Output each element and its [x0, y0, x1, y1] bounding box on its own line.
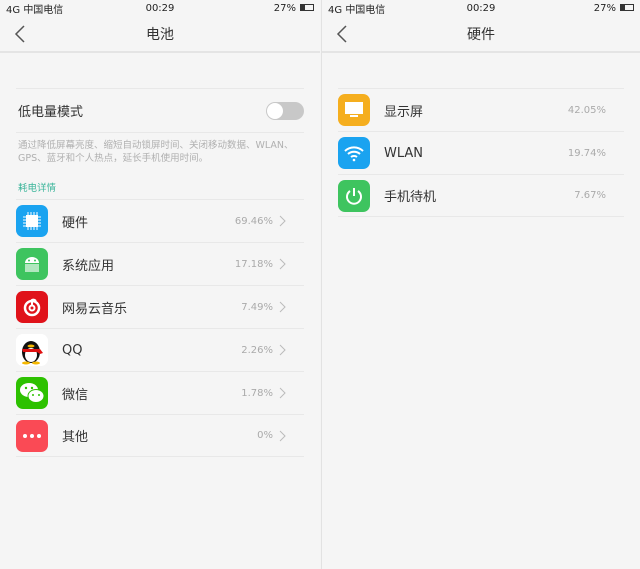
- list-item[interactable]: 系统应用 17.18%: [16, 242, 304, 285]
- chevron-right-icon: [279, 387, 286, 399]
- back-icon[interactable]: [336, 25, 348, 43]
- item-name: QQ: [62, 342, 83, 358]
- item-name: 系统应用: [62, 258, 115, 274]
- page-title: 电池: [146, 26, 174, 43]
- low-power-label: 低电量模式: [18, 105, 84, 120]
- item-percent: 17.18%: [234, 258, 273, 270]
- list-item[interactable]: QQ 2.26%: [16, 328, 304, 371]
- item-name: 微信: [62, 387, 89, 403]
- battery-icon: [300, 4, 314, 11]
- hardware-screen: 4G 中国电信 00:29 27% 硬件 显示屏 42.05% WLAN 19.…: [321, 0, 640, 569]
- list-item[interactable]: 硬件 69.46%: [16, 199, 304, 242]
- low-power-description: 通过降低屏幕亮度、缩短自动锁屏时间、关闭移动数据、WLAN、GPS、蓝牙和个人热…: [18, 140, 294, 164]
- display-icon: [338, 94, 370, 126]
- item-name: 手机待机: [384, 190, 437, 205]
- clock: 00:29: [145, 2, 175, 14]
- low-power-toggle[interactable]: [266, 101, 304, 120]
- item-percent: 2.26%: [241, 344, 273, 356]
- power-icon: [338, 179, 370, 212]
- wifi-icon: [338, 137, 370, 169]
- clock: 00:29: [466, 2, 496, 14]
- wechat-icon: [16, 377, 48, 409]
- list-item[interactable]: 手机待机 7.67%: [338, 174, 624, 217]
- status-bar: 4G 中国电信 00:29 27%: [0, 0, 320, 16]
- chevron-right-icon: [279, 258, 286, 270]
- status-bar: 4G 中国电信 00:29 27%: [322, 0, 640, 16]
- item-percent: 19.74%: [567, 147, 606, 159]
- chevron-right-icon: [279, 215, 286, 227]
- item-percent: 69.46%: [234, 215, 273, 227]
- list-item[interactable]: 微信 1.78%: [16, 371, 304, 414]
- item-name: 其他: [62, 430, 89, 445]
- header: 电池: [0, 16, 320, 53]
- page-title: 硬件: [467, 26, 495, 43]
- low-power-mode-row: 低电量模式: [0, 89, 320, 132]
- header: 硬件: [322, 16, 640, 53]
- android-icon: [16, 248, 48, 280]
- item-percent: 0%: [257, 430, 273, 441]
- battery-icon: [620, 4, 634, 11]
- item-name: 硬件: [62, 215, 89, 231]
- list-item[interactable]: WLAN 19.74%: [338, 131, 624, 174]
- battery-screen: 4G 中国电信 00:29 27% 电池 低电量模式 通过降低屏幕亮度、缩短自动…: [0, 0, 320, 569]
- section-label: 耗电详情: [18, 183, 57, 194]
- qq-penguin-icon: [16, 334, 48, 366]
- chevron-right-icon: [279, 301, 286, 313]
- back-icon[interactable]: [14, 25, 26, 43]
- item-name: 网易云音乐: [62, 301, 128, 317]
- netease-music-icon: [16, 291, 48, 323]
- item-name: WLAN: [384, 145, 424, 161]
- chevron-right-icon: [279, 344, 286, 356]
- more-dots-icon: [16, 419, 48, 452]
- item-percent: 7.67%: [574, 190, 606, 201]
- list-item[interactable]: 显示屏 42.05%: [338, 88, 624, 131]
- item-percent: 7.49%: [241, 301, 273, 313]
- chevron-right-icon: [279, 430, 286, 441]
- list-item[interactable]: 其他 0%: [16, 414, 304, 457]
- chip-icon: [16, 205, 48, 237]
- list-item[interactable]: 网易云音乐 7.49%: [16, 285, 304, 328]
- item-percent: 42.05%: [567, 104, 606, 116]
- item-percent: 1.78%: [241, 387, 273, 399]
- item-name: 显示屏: [384, 104, 424, 120]
